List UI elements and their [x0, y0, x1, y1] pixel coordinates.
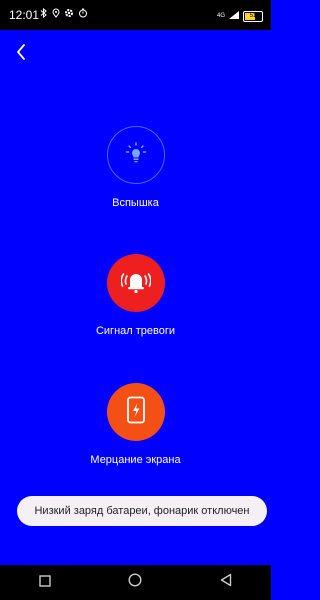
alarm-button[interactable]: [106, 254, 165, 312]
location-icon: [52, 8, 60, 21]
back-nav-button[interactable]: [215, 572, 237, 594]
circle-icon: [128, 573, 142, 592]
navigation-bar: [0, 565, 271, 600]
status-time: 12:01: [9, 8, 40, 22]
battery-level: 51: [249, 13, 257, 19]
alarm-option[interactable]: Сигнал тревоги: [0, 254, 271, 337]
signal-icon: [228, 7, 240, 25]
bluetooth-icon: [40, 7, 48, 21]
toast-text: Низкий заряд батареи, фонарик отключен: [34, 505, 250, 517]
status-right: 4G 51: [217, 7, 263, 25]
status-bar: 12:01 4G 51: [0, 0, 271, 30]
flash-option[interactable]: Вспышка: [0, 126, 271, 209]
screen-flicker-label: Мерцание экрана: [90, 454, 181, 466]
toast-message: Низкий заряд батареи, фонарик отключен: [17, 496, 267, 526]
timer-icon: [78, 8, 88, 21]
alarm-bell-icon: [120, 268, 151, 299]
settings-icon: [64, 8, 74, 21]
home-button[interactable]: [124, 572, 146, 594]
recent-apps-button[interactable]: [34, 572, 56, 594]
screen-flicker-button[interactable]: [106, 383, 165, 441]
flashlight-screen: Вспышка Сигнал тревоги Мерцание экрана Н…: [0, 30, 271, 565]
network-label: 4G: [216, 13, 225, 19]
back-button[interactable]: [10, 40, 34, 64]
flash-label: Вспышка: [112, 197, 159, 209]
battery-icon: 51: [243, 10, 263, 22]
flash-button[interactable]: [106, 126, 165, 184]
alarm-label: Сигнал тревоги: [95, 325, 176, 337]
triangle-back-icon: [220, 573, 232, 592]
status-icons: [40, 7, 88, 21]
square-icon: [39, 574, 51, 592]
screen-flicker-option[interactable]: Мерцание экрана: [0, 383, 271, 466]
phone-lightning-icon: [125, 396, 147, 429]
chevron-left-icon: [10, 44, 34, 68]
lightbulb-icon: [124, 141, 148, 170]
